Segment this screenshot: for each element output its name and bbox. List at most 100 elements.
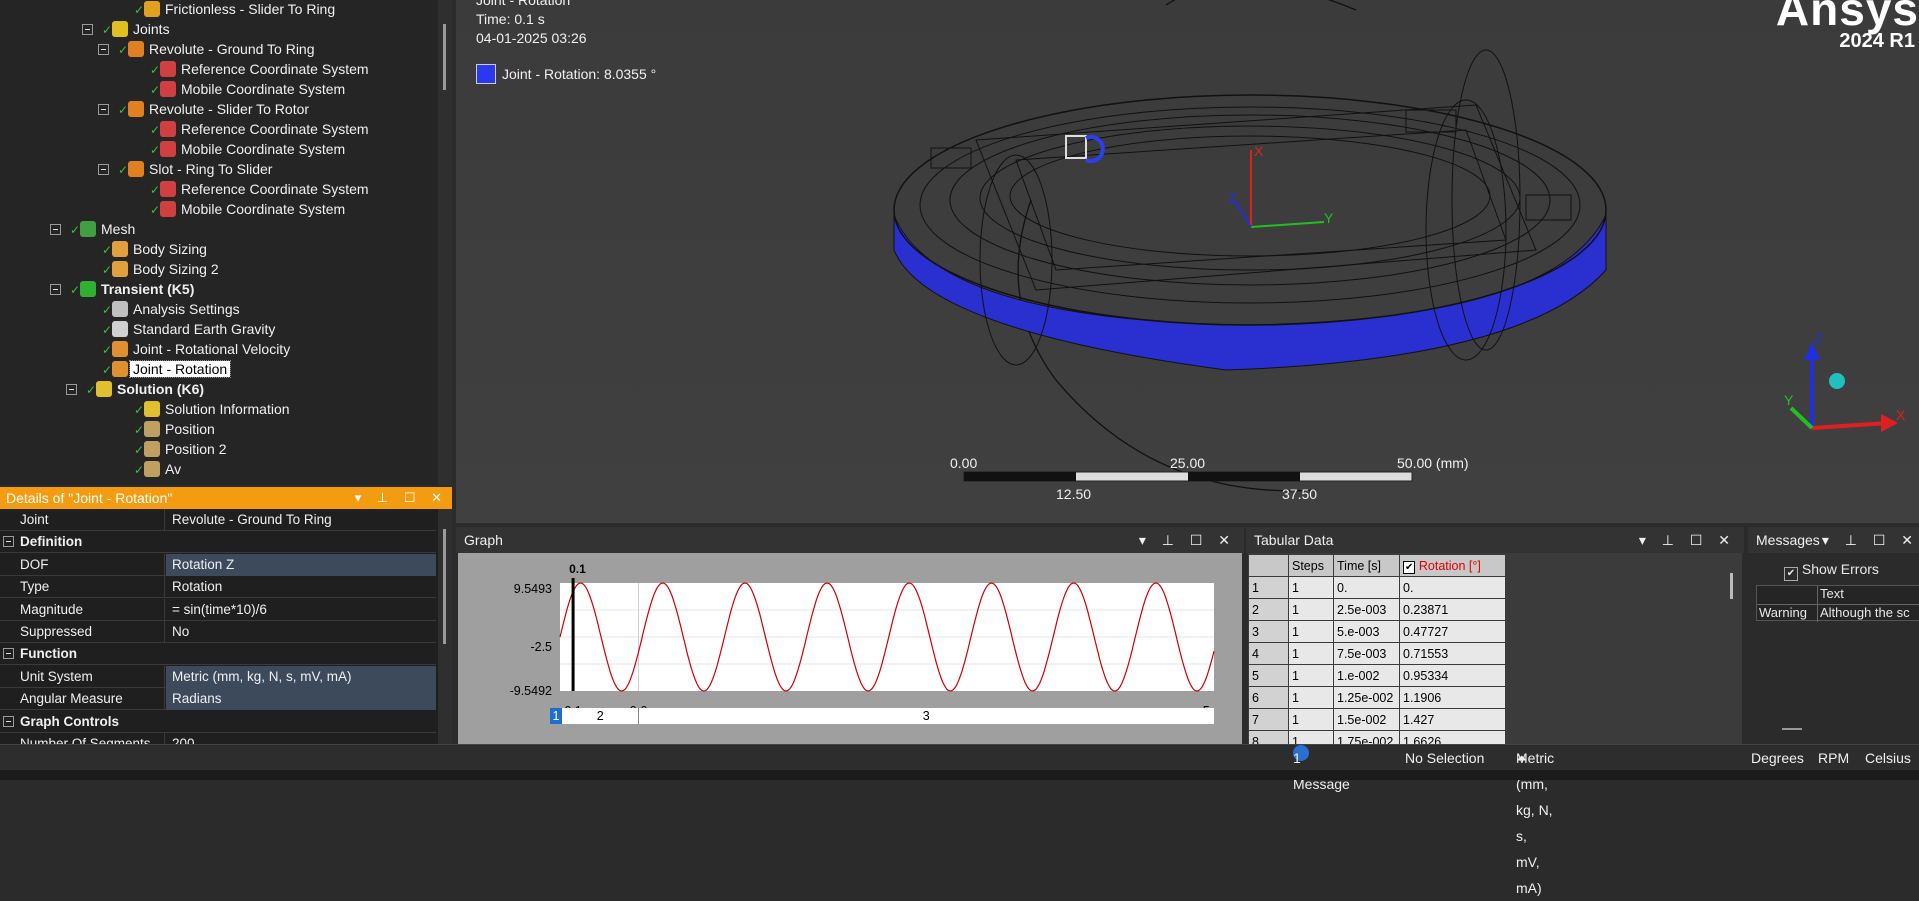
- details-row[interactable]: Joint Revolute - Ground To Ring: [0, 509, 436, 531]
- tree-item[interactable]: ✓ Joints: [102, 19, 173, 39]
- table-cell: 1.5e-002: [1333, 708, 1400, 731]
- tree-item-label: Analysis Settings: [133, 301, 240, 317]
- tree-item[interactable]: ✓ Solution Information: [134, 399, 293, 419]
- tree-scrollbar[interactable]: [438, 0, 452, 485]
- table-cell: 0.95334: [1399, 664, 1506, 687]
- details-group[interactable]: Graph Controls: [0, 711, 436, 733]
- group-collapse-icon[interactable]: [3, 648, 14, 660]
- col-rotation[interactable]: ✔ Rotation [°]: [1399, 554, 1506, 577]
- status-check-icon: ✓: [102, 363, 113, 377]
- tabular-scrollbar[interactable]: [1726, 563, 1736, 738]
- details-row[interactable]: Number Of Segments 200: [0, 733, 436, 744]
- details-row[interactable]: Unit System Metric (mm, kg, N, s, mV, mA): [0, 665, 436, 688]
- speed-unit[interactable]: RPM: [1818, 745, 1849, 771]
- group-collapse-icon[interactable]: [3, 536, 14, 548]
- graph-window-buttons[interactable]: ▾ ⊥ ☐ ✕: [1139, 527, 1236, 553]
- col-time[interactable]: Time [s]: [1333, 554, 1400, 577]
- details-value[interactable]: Revolute - Ground To Ring: [166, 509, 436, 531]
- tree-item[interactable]: ✓ Joint - Rotational Velocity: [102, 339, 293, 359]
- details-value[interactable]: Radians: [166, 688, 436, 711]
- tree-item[interactable]: ✓ Position: [134, 419, 218, 439]
- scale-label-25: 25.00: [1170, 455, 1205, 471]
- table-row[interactable]: 3 1 5.e-003 0.47727: [1248, 620, 1506, 643]
- tree-item[interactable]: ✓ Mobile Coordinate System: [150, 79, 348, 99]
- group-collapse-icon[interactable]: [3, 715, 14, 727]
- graphics-viewport[interactable]: Joint - Rotation Time: 0.1 s 04-01-2025 …: [456, 0, 1919, 523]
- outline-tree[interactable]: ✓ Frictionless - Slider To Ring ✓ Joints ✓ Re…: [0, 0, 452, 485]
- table-cell: 1: [1288, 576, 1334, 599]
- tabular-window-buttons[interactable]: ▾ ⊥ ☐ ✕: [1639, 527, 1736, 553]
- tree-item[interactable]: ✓ Revolute - Slider To Rotor: [118, 99, 312, 119]
- unit-system-label: Metric (mm, kg, N, s, mV, mA): [1516, 750, 1555, 896]
- table-row[interactable]: 1 1 0. 0.: [1248, 576, 1506, 599]
- details-value[interactable]: 200: [166, 733, 436, 744]
- tree-item[interactable]: ✓ Position 2: [134, 439, 229, 459]
- tree-item[interactable]: ✓ Body Sizing: [102, 239, 210, 259]
- angle-unit[interactable]: Degrees: [1751, 745, 1804, 771]
- details-group[interactable]: Function: [0, 643, 436, 666]
- messages-hscroll[interactable]: [1782, 728, 1802, 730]
- details-row[interactable]: Magnitude = sin(time*10)/6: [0, 598, 436, 621]
- tree-item[interactable]: ✓ Reference Coordinate System: [150, 59, 372, 79]
- graph-body[interactable]: 0.19.5493-2.5-9.54920.10.65.123: [458, 553, 1242, 744]
- table-row[interactable]: 7 1 1.5e-002 1.427: [1248, 708, 1506, 731]
- tree-item[interactable]: ✓ Body Sizing 2: [102, 259, 222, 279]
- details-group[interactable]: Definition: [0, 531, 436, 554]
- tree-item[interactable]: ✓ Revolute - Ground To Ring: [118, 39, 318, 59]
- message-text[interactable]: Although the sc: [1817, 604, 1919, 622]
- temperature-unit[interactable]: Celsius: [1865, 745, 1911, 771]
- tree-item[interactable]: ✓ Standard Earth Gravity: [102, 319, 278, 339]
- status-check-icon: ✓: [118, 103, 129, 117]
- details-row[interactable]: DOF Rotation Z: [0, 553, 436, 576]
- details-value[interactable]: Metric (mm, kg, N, s, mV, mA): [166, 665, 436, 688]
- details-value[interactable]: No: [166, 621, 436, 643]
- tree-item[interactable]: ✓ Slot - Ring To Slider: [118, 159, 275, 179]
- messages-window-buttons[interactable]: ▾ ⊥ ☐ ✕: [1822, 527, 1919, 553]
- show-errors-toggle[interactable]: ✔ Show Errors: [1784, 561, 1879, 581]
- table-row[interactable]: 5 1 1.e-002 0.95334: [1248, 664, 1506, 687]
- message-type[interactable]: Warning: [1757, 604, 1817, 622]
- tree-item[interactable]: ✓ Frictionless - Slider To Ring: [134, 0, 338, 19]
- tree-item[interactable]: ✓ Analysis Settings: [102, 299, 243, 319]
- tree-item[interactable]: ✓ Mesh: [70, 219, 138, 239]
- selection-status: No Selection: [1405, 750, 1485, 766]
- table-row[interactable]: 4 1 7.5e-003 0.71553: [1248, 642, 1506, 665]
- details-scrollbar[interactable]: [438, 509, 452, 744]
- tree-item[interactable]: ✓ Transient (K5): [70, 279, 197, 299]
- details-row[interactable]: Suppressed No: [0, 621, 436, 643]
- tree-item[interactable]: ✓ Mobile Coordinate System: [150, 199, 348, 219]
- details-key: Magnitude: [20, 598, 165, 621]
- table-row[interactable]: 6 1 1.25e-002 1.1906: [1248, 686, 1506, 709]
- collapse-toggle-icon[interactable]: [98, 44, 109, 55]
- details-window-buttons[interactable]: ▾ ⊥ ☐ ✕: [355, 487, 448, 509]
- global-axis-z: Z: [1814, 330, 1823, 346]
- step-bar[interactable]: [550, 708, 1214, 724]
- collapse-toggle-icon[interactable]: [98, 104, 109, 115]
- details-row[interactable]: Type Rotation: [0, 576, 436, 599]
- collapse-toggle-icon[interactable]: [50, 224, 61, 235]
- show-errors-checkbox[interactable]: ✔: [1784, 567, 1798, 581]
- collapse-toggle-icon[interactable]: [82, 24, 93, 35]
- details-row[interactable]: Angular Measure Radians: [0, 688, 436, 711]
- details-value[interactable]: = sin(time*10)/6: [166, 599, 436, 621]
- col-steps[interactable]: Steps: [1288, 554, 1334, 577]
- tree-item-label: Frictionless - Slider To Ring: [165, 1, 336, 17]
- global-triad: Z X Y: [1784, 330, 1906, 432]
- tree-item[interactable]: ✓ Solution (K6): [86, 379, 207, 399]
- table-row[interactable]: 2 1 2.5e-003 0.23871: [1248, 598, 1506, 621]
- model-view: X Y Z 0.00 25.00 50.00 (mm) 12.50 37.50 …: [893, 0, 1906, 502]
- collapse-toggle-icon[interactable]: [50, 284, 61, 295]
- details-key: Suppressed: [20, 621, 165, 643]
- tree-item[interactable]: ✓ Av: [134, 459, 184, 479]
- tree-item[interactable]: ✓ Joint - Rotation: [102, 359, 232, 379]
- joints-folder-icon: [112, 21, 128, 37]
- tree-item[interactable]: ✓ Mobile Coordinate System: [150, 139, 348, 159]
- details-value[interactable]: Rotation Z: [166, 553, 436, 576]
- details-value[interactable]: Rotation: [166, 576, 436, 598]
- collapse-toggle-icon[interactable]: [66, 384, 77, 395]
- table-row[interactable]: 8 1 1.75e-002 1.6626: [1248, 730, 1506, 744]
- tree-item[interactable]: ✓ Reference Coordinate System: [150, 119, 372, 139]
- collapse-toggle-icon[interactable]: [98, 164, 109, 175]
- tree-item[interactable]: ✓ Reference Coordinate System: [150, 179, 372, 199]
- body-sizing-icon: [112, 241, 128, 257]
